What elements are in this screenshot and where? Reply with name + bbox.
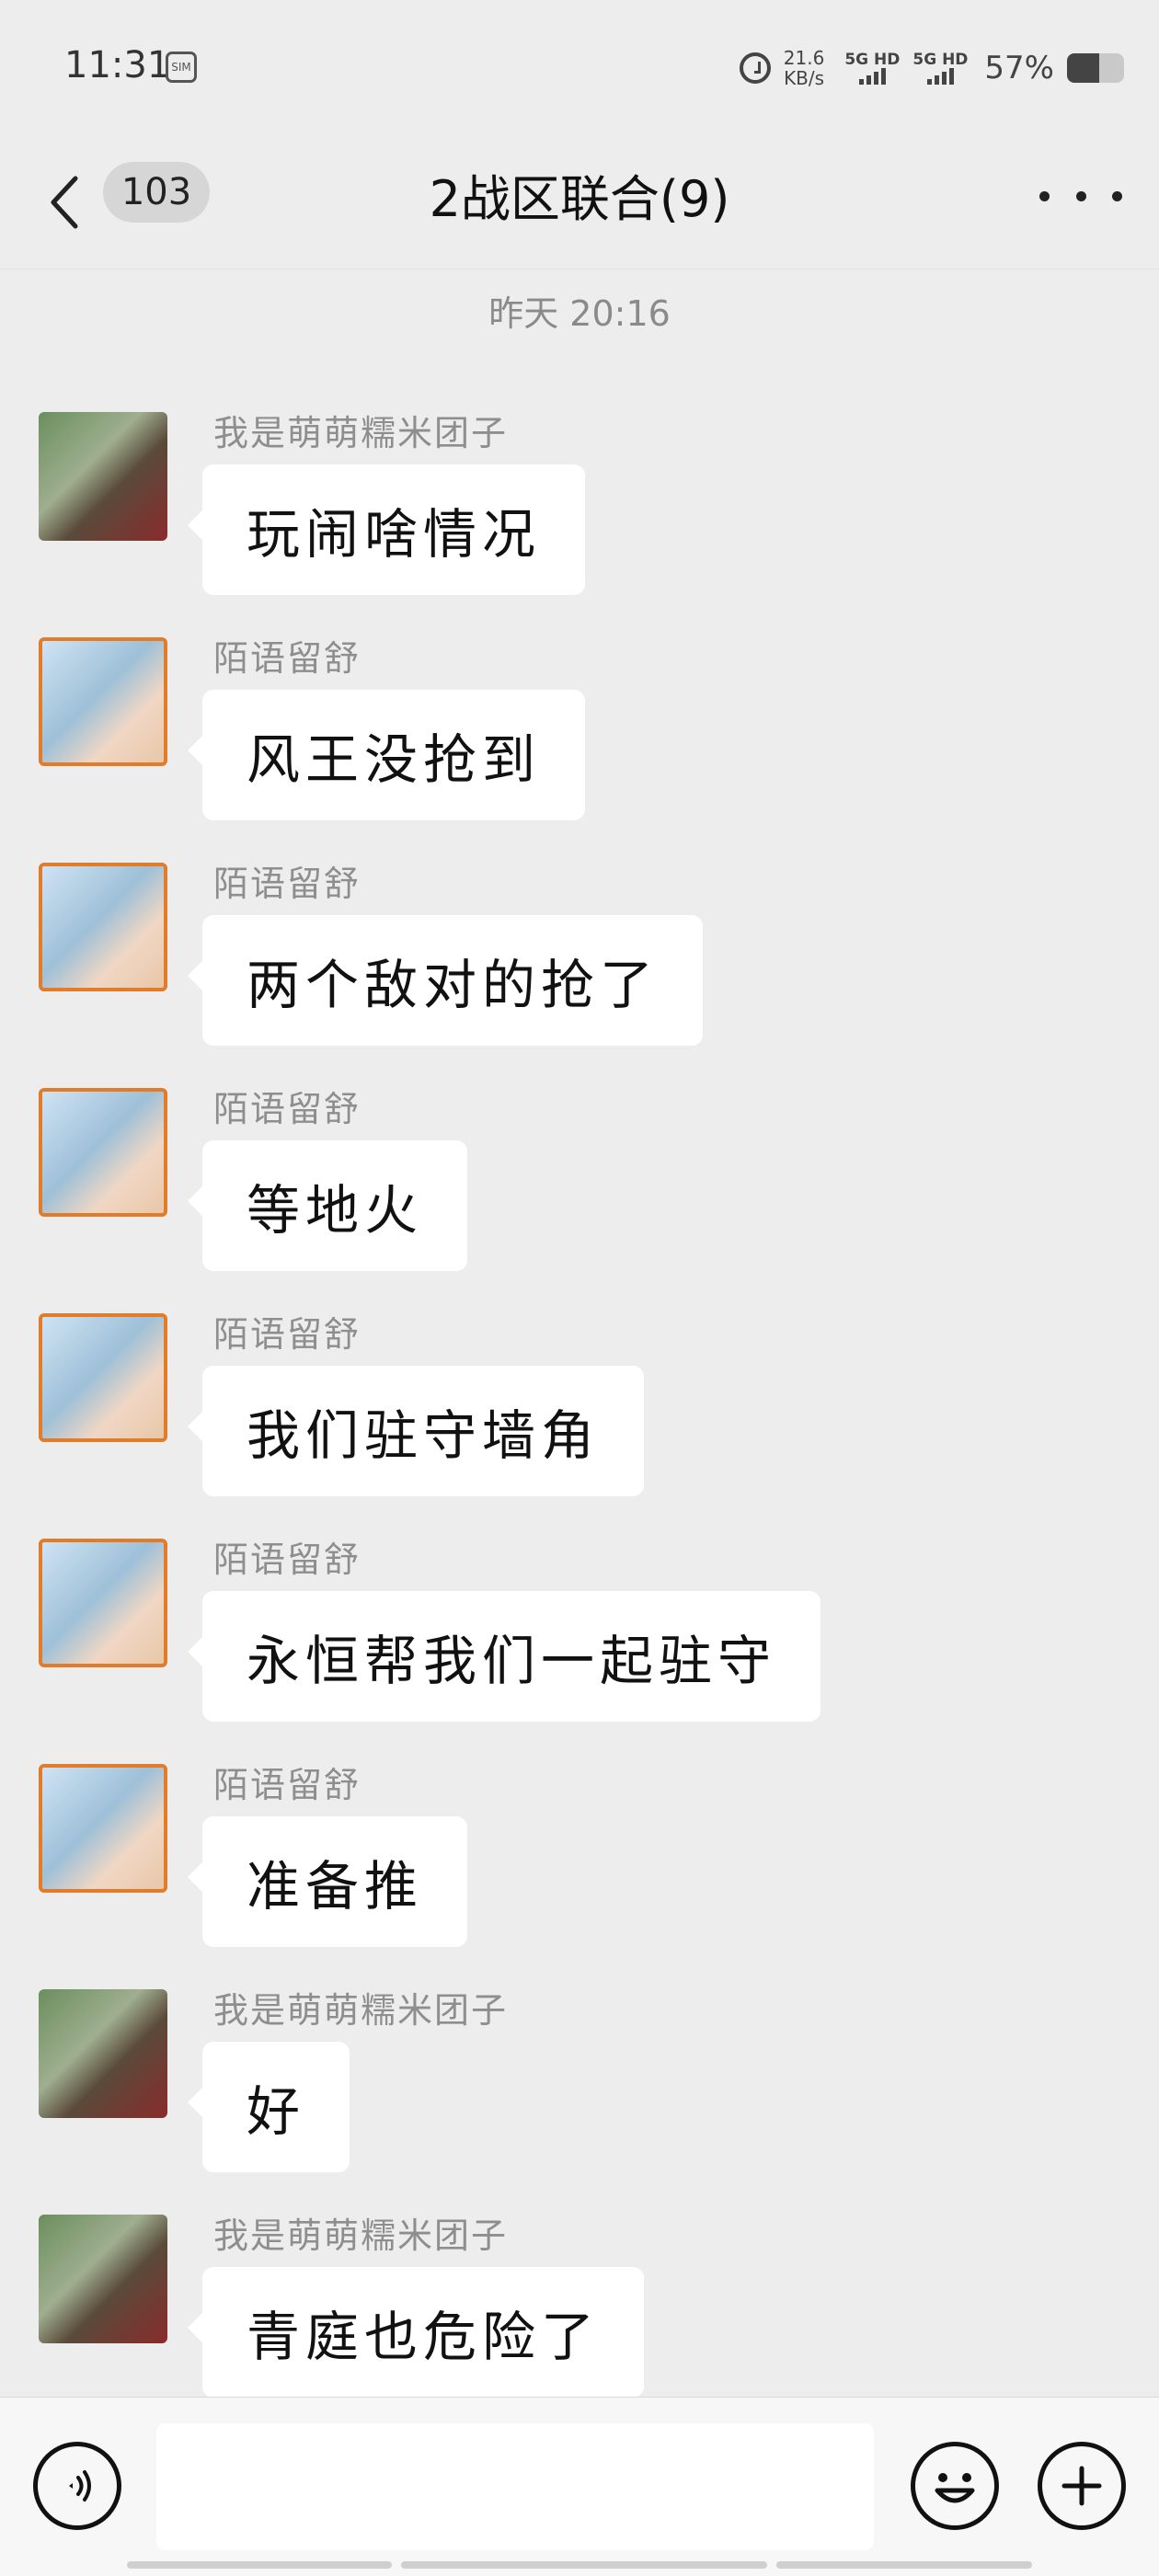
avatar[interactable] [39,412,167,541]
chat-title: 2战区联合(9) [429,170,730,228]
message-item: 我是萌萌糯米团子 好 [0,1982,1159,2207]
sender-name: 陌语留舒 [213,1540,361,1580]
message-bubble[interactable]: 永恒帮我们一起驻守 [187,1591,821,1722]
avatar[interactable] [39,1764,167,1893]
nav-indicator-segment [775,2561,1032,2569]
avatar[interactable] [39,1088,167,1217]
sender-name: 陌语留舒 [213,638,361,679]
message-timestamp: 昨天 20:16 [488,293,671,334]
signal-1: 5G HD [844,52,900,85]
message-bubble[interactable]: 青庭也危险了 [187,2267,645,2398]
status-indicators: 21.6 KB/s 5G HD 5G HD 57% [739,42,1124,94]
battery-fill [1067,53,1100,83]
signal-2-label: 5G HD [912,51,969,69]
avatar[interactable] [39,863,167,991]
more-dots-icon [1039,190,1050,201]
battery-percent: 57% [984,50,1054,86]
signal-bars-icon [926,68,954,85]
emoji-button[interactable] [911,2442,999,2530]
message-bubble[interactable]: 准备推 [187,1816,468,1947]
network-speed: 21.6 KB/s [784,48,825,88]
sender-name: 我是萌萌糯米团子 [213,413,509,453]
plus-button[interactable] [1038,2442,1126,2530]
more-dot [1075,190,1086,201]
emoji-icon [935,2473,975,2503]
sender-name: 陌语留舒 [213,1089,361,1129]
voice-button[interactable] [33,2442,121,2530]
chat-header: 103 2战区联合(9) [0,138,1159,269]
nav-indicator-segment [401,2561,767,2569]
avatar[interactable] [39,1989,167,2118]
sender-name: 陌语留舒 [213,1765,361,1805]
status-bar: 11:31 SIM 21.6 KB/s 5G HD 5G HD 57% [0,0,1159,138]
more-dot [1112,190,1122,201]
message-bubble[interactable]: 两个敌对的抢了 [187,915,704,1046]
nav-indicator-segment [127,2561,393,2569]
sender-name: 我是萌萌糯米团子 [213,1990,509,2031]
sim-card-icon: SIM [166,52,197,83]
message-item: 陌语留舒 等地火 [0,1081,1159,1306]
sender-name: 陌语留舒 [213,864,361,904]
avatar[interactable] [39,637,167,766]
signal-bars-icon [858,68,886,85]
sender-name: 我是萌萌糯米团子 [213,2215,509,2256]
status-time: 11:31 [64,44,171,86]
battery-icon [1067,53,1124,83]
avatar[interactable] [39,2215,167,2343]
plus-icon [1061,2466,1102,2506]
message-bubble[interactable]: 等地火 [187,1140,468,1271]
message-item: 陌语留舒 我们驻守墙角 [0,1306,1159,1531]
message-bubble[interactable]: 玩闹啥情况 [187,464,586,595]
message-item: 陌语留舒 风王没抢到 [0,630,1159,855]
message-item: 陌语留舒 准备推 [0,1757,1159,1982]
message-item: 陌语留舒 永恒帮我们一起驻守 [0,1531,1159,1757]
message-bubble[interactable]: 好 [187,2042,350,2172]
alarm-icon [739,52,771,84]
nav-indicator [127,2561,1032,2569]
avatar[interactable] [39,1313,167,1442]
message-item: 我是萌萌糯米团子 玩闹啥情况 [0,405,1159,630]
message-item: 陌语留舒 两个敌对的抢了 [0,855,1159,1081]
message-bubble[interactable]: 风王没抢到 [187,690,586,820]
more-button[interactable] [1039,173,1122,219]
message-bubble[interactable]: 我们驻守墙角 [187,1366,645,1496]
input-bar [0,2397,1159,2576]
message-input[interactable] [156,2423,874,2550]
voice-icon [69,2470,91,2502]
message-list[interactable]: 我是萌萌糯米团子 玩闹啥情况 陌语留舒 风王没抢到 陌语留舒 两个敌对的抢了 陌… [0,405,1159,2433]
avatar[interactable] [39,1539,167,1667]
network-speed-unit: KB/s [784,67,825,89]
sender-name: 陌语留舒 [213,1314,361,1355]
network-speed-value: 21.6 [783,47,825,69]
signal-1-label: 5G HD [844,51,901,69]
signal-2: 5G HD [912,52,968,85]
